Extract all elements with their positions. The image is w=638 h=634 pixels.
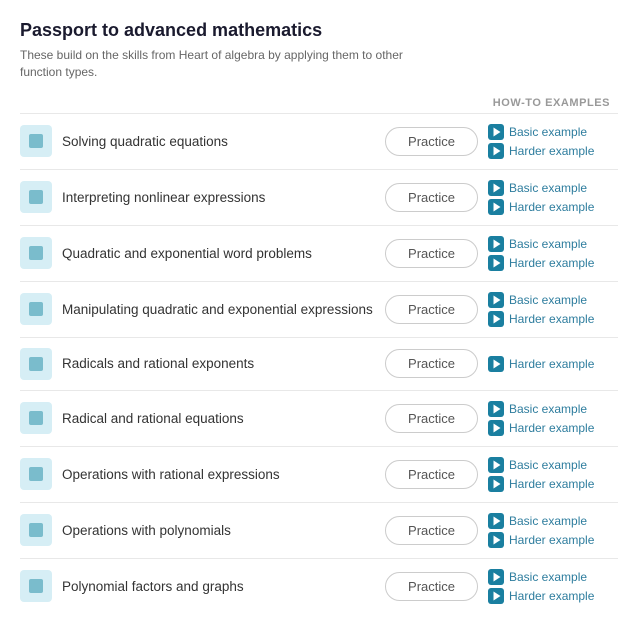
play-icon	[488, 476, 504, 492]
example-link-label: Harder example	[509, 589, 594, 603]
topic-icon	[20, 348, 52, 380]
example-link-label: Basic example	[509, 458, 587, 472]
topic-icon	[20, 125, 52, 157]
play-icon	[488, 513, 504, 529]
topic-label: Quadratic and exponential word problems	[62, 246, 375, 261]
practice-button[interactable]: Practice	[385, 572, 478, 601]
examples-column: Basic example Harder example	[488, 457, 618, 492]
example-link-label: Basic example	[509, 293, 587, 307]
practice-button[interactable]: Practice	[385, 460, 478, 489]
table-row: Solving quadratic equations Practice Basi…	[20, 113, 618, 169]
examples-column: Basic example Harder example	[488, 513, 618, 548]
topic-icon	[20, 237, 52, 269]
practice-button[interactable]: Practice	[385, 295, 478, 324]
play-icon	[488, 199, 504, 215]
page-subtitle: These build on the skills from Heart of …	[20, 47, 440, 81]
example-link-label: Basic example	[509, 514, 587, 528]
topic-icon	[20, 458, 52, 490]
play-icon	[488, 401, 504, 417]
topic-icon	[20, 514, 52, 546]
basic-example-link[interactable]: Basic example	[488, 180, 618, 196]
basic-example-link[interactable]: Basic example	[488, 236, 618, 252]
examples-column: Basic example Harder example	[488, 401, 618, 436]
column-header-label: HOW-TO EXAMPLES	[493, 97, 610, 109]
topic-label: Solving quadratic equations	[62, 134, 375, 149]
example-link-label: Harder example	[509, 200, 594, 214]
play-icon	[488, 356, 504, 372]
practice-button[interactable]: Practice	[385, 516, 478, 545]
play-icon	[488, 180, 504, 196]
examples-column: Basic example Harder example	[488, 180, 618, 215]
harder-example-link[interactable]: Harder example	[488, 532, 618, 548]
basic-example-link[interactable]: Basic example	[488, 513, 618, 529]
basic-example-link[interactable]: Basic example	[488, 401, 618, 417]
harder-example-link[interactable]: Harder example	[488, 420, 618, 436]
table-row: Radical and rational equations Practice B…	[20, 390, 618, 446]
table-row: Operations with rational expressions Prac…	[20, 446, 618, 502]
topic-icon	[20, 570, 52, 602]
topic-icon	[20, 402, 52, 434]
play-icon	[488, 457, 504, 473]
play-icon	[488, 124, 504, 140]
basic-example-link[interactable]: Basic example	[488, 292, 618, 308]
table-row: Interpreting nonlinear expressions Practi…	[20, 169, 618, 225]
example-link-label: Harder example	[509, 256, 594, 270]
harder-example-link[interactable]: Harder example	[488, 356, 618, 372]
example-link-label: Basic example	[509, 402, 587, 416]
play-icon	[488, 292, 504, 308]
play-icon	[488, 143, 504, 159]
practice-button[interactable]: Practice	[385, 349, 478, 378]
examples-column: Basic example Harder example	[488, 236, 618, 271]
topic-label: Operations with polynomials	[62, 523, 375, 538]
harder-example-link[interactable]: Harder example	[488, 143, 618, 159]
example-link-label: Basic example	[509, 237, 587, 251]
basic-example-link[interactable]: Basic example	[488, 569, 618, 585]
basic-example-link[interactable]: Basic example	[488, 124, 618, 140]
topic-icon	[20, 181, 52, 213]
example-link-label: Basic example	[509, 570, 587, 584]
topic-icon	[20, 293, 52, 325]
practice-button[interactable]: Practice	[385, 183, 478, 212]
example-link-label: Harder example	[509, 533, 594, 547]
practice-button[interactable]: Practice	[385, 404, 478, 433]
topic-label: Radicals and rational exponents	[62, 356, 375, 371]
harder-example-link[interactable]: Harder example	[488, 199, 618, 215]
play-icon	[488, 588, 504, 604]
harder-example-link[interactable]: Harder example	[488, 476, 618, 492]
topic-label: Interpreting nonlinear expressions	[62, 190, 375, 205]
page-title: Passport to advanced mathematics	[20, 20, 618, 41]
play-icon	[488, 569, 504, 585]
play-icon	[488, 532, 504, 548]
topic-label: Radical and rational equations	[62, 411, 375, 426]
examples-column: Basic example Harder example	[488, 124, 618, 159]
example-link-label: Harder example	[509, 312, 594, 326]
table-row: Polynomial factors and graphs Practice Ba…	[20, 558, 618, 614]
topic-label: Polynomial factors and graphs	[62, 579, 375, 594]
topic-label: Operations with rational expressions	[62, 467, 375, 482]
example-link-label: Harder example	[509, 421, 594, 435]
harder-example-link[interactable]: Harder example	[488, 588, 618, 604]
topic-label: Manipulating quadratic and exponential e…	[62, 302, 375, 317]
examples-column: Basic example Harder example	[488, 569, 618, 604]
table-row: Manipulating quadratic and exponential e…	[20, 281, 618, 337]
table-row: Operations with polynomials Practice Basi…	[20, 502, 618, 558]
harder-example-link[interactable]: Harder example	[488, 311, 618, 327]
play-icon	[488, 311, 504, 327]
example-link-label: Harder example	[509, 144, 594, 158]
example-link-label: Harder example	[509, 477, 594, 491]
practice-button[interactable]: Practice	[385, 127, 478, 156]
example-link-label: Harder example	[509, 357, 594, 371]
examples-column: Harder example	[488, 356, 618, 372]
play-icon	[488, 255, 504, 271]
play-icon	[488, 236, 504, 252]
example-link-label: Basic example	[509, 125, 587, 139]
play-icon	[488, 420, 504, 436]
practice-button[interactable]: Practice	[385, 239, 478, 268]
example-link-label: Basic example	[509, 181, 587, 195]
table-row: Radicals and rational exponentsPractice …	[20, 337, 618, 390]
basic-example-link[interactable]: Basic example	[488, 457, 618, 473]
examples-column: Basic example Harder example	[488, 292, 618, 327]
harder-example-link[interactable]: Harder example	[488, 255, 618, 271]
table-row: Quadratic and exponential word problems P…	[20, 225, 618, 281]
